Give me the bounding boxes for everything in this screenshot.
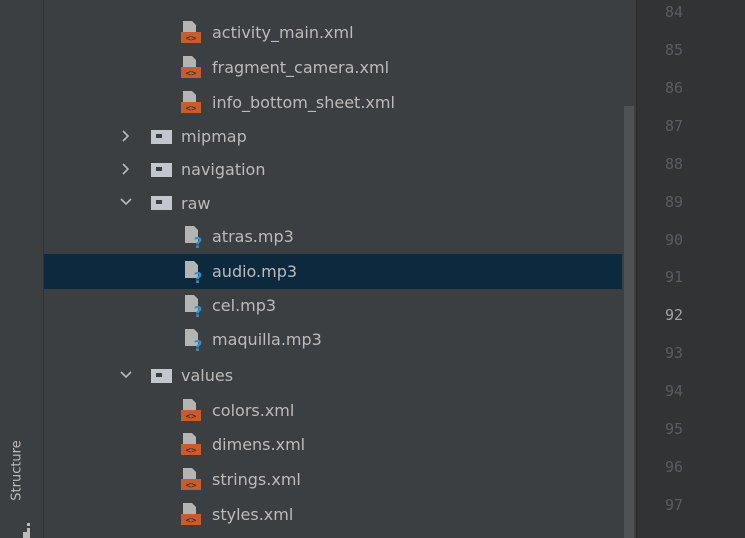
line-number: 88 (665, 155, 684, 173)
tree-item-info-bottom-sheet[interactable]: <> info_bottom_sheet.xml (44, 85, 636, 120)
svg-text:?: ? (194, 269, 203, 284)
line-number: 84 (665, 3, 684, 21)
tree-item-label: mipmap (181, 127, 247, 146)
line-number: 97 (665, 496, 684, 514)
line-number: 85 (665, 41, 684, 59)
tree-folder-raw[interactable]: raw (44, 186, 636, 221)
svg-text:<>: <> (186, 446, 197, 456)
structure-tool-tab[interactable]: Structure (2, 425, 32, 515)
tree-folder-values[interactable]: values (44, 358, 636, 393)
tree-item-label: values (181, 366, 234, 385)
tree-item-label: atras.mp3 (212, 227, 294, 246)
current-line-number: 92 (665, 306, 684, 324)
svg-text:<>: <> (186, 481, 197, 491)
chevron-right-icon[interactable] (119, 162, 133, 176)
tree-item-label: styles.xml (212, 505, 294, 524)
unknown-file-icon: ? (185, 295, 203, 318)
tree-item-label: info_bottom_sheet.xml (212, 93, 395, 112)
tree-item-dimens[interactable]: <> dimens.xml (44, 427, 636, 462)
tree-item-label: fragment_camera.xml (212, 58, 390, 77)
chevron-down-icon[interactable] (119, 195, 133, 209)
chevron-down-icon[interactable] (119, 368, 133, 382)
tree-item-label: maquilla.mp3 (212, 330, 322, 349)
unknown-file-icon: ? (185, 226, 203, 249)
tree-item-strings[interactable]: <> strings.xml (44, 462, 636, 497)
xml-file-icon: <> (181, 399, 201, 422)
xml-file-icon: <> (181, 91, 201, 114)
tree-item-label: dimens.xml (212, 435, 306, 454)
folder-icon (151, 163, 172, 177)
tree-item-colors[interactable]: <> colors.xml (44, 393, 636, 428)
tree-folder-navigation[interactable]: navigation (44, 152, 636, 187)
unknown-file-icon: ? (185, 329, 203, 352)
folder-icon (151, 369, 172, 383)
xml-file-icon: <> (181, 21, 201, 44)
tree-item-cel[interactable]: ? cel.mp3 (44, 288, 636, 323)
svg-text:<>: <> (186, 34, 197, 44)
side-tool-strip: Structure (0, 0, 44, 538)
chevron-right-icon[interactable] (119, 129, 133, 143)
tree-item-atras[interactable]: ? atras.mp3 (44, 219, 636, 254)
tree-item-label: raw (181, 194, 211, 213)
line-number: 96 (665, 458, 684, 476)
xml-file-icon: <> (181, 433, 201, 456)
line-number: 90 (665, 231, 684, 249)
tree-item-label: audio.mp3 (212, 262, 298, 281)
tree-item-label: colors.xml (212, 401, 295, 420)
tree-item-label: strings.xml (212, 470, 301, 489)
project-tree[interactable]: <> activity_main.xml <> fragment_camera.… (44, 0, 636, 538)
svg-text:?: ? (194, 234, 203, 249)
svg-text:<>: <> (186, 104, 197, 114)
folder-icon (151, 196, 172, 210)
svg-text:<>: <> (186, 69, 197, 79)
tree-item-styles[interactable]: <> styles.xml (44, 497, 636, 532)
structure-icon[interactable] (23, 521, 33, 538)
line-number: 87 (665, 117, 684, 135)
tree-top-edge (44, 0, 636, 6)
tree-item-label: navigation (181, 160, 266, 179)
line-number: 94 (665, 382, 684, 400)
tree-item-fragment-camera[interactable]: <> fragment_camera.xml (44, 50, 636, 85)
line-number: 86 (665, 79, 684, 97)
xml-file-icon: <> (181, 503, 201, 526)
folder-icon (151, 130, 172, 144)
tree-item-label: cel.mp3 (212, 296, 277, 315)
svg-text:<>: <> (186, 412, 197, 422)
tree-item-audio[interactable]: ? audio.mp3 (44, 254, 636, 289)
svg-text:?: ? (194, 303, 203, 318)
tree-item-activity-main[interactable]: <> activity_main.xml (44, 15, 636, 50)
editor-line-gutter: 84 85 86 87 88 89 90 91 92 93 94 95 96 9… (636, 0, 745, 538)
unknown-file-icon: ? (185, 261, 203, 284)
tree-item-maquilla[interactable]: ? maquilla.mp3 (44, 322, 636, 357)
xml-file-icon: <> (181, 468, 201, 491)
tree-folder-mipmap[interactable]: mipmap (44, 119, 636, 154)
line-number: 95 (665, 420, 684, 438)
line-number: 91 (665, 268, 684, 286)
tree-scrollbar-thumb[interactable] (624, 106, 634, 538)
tree-item-label: activity_main.xml (212, 23, 354, 42)
line-number: 89 (665, 193, 684, 211)
xml-file-icon: <> (181, 56, 201, 79)
svg-text:<>: <> (186, 516, 197, 526)
line-number: 93 (665, 344, 684, 362)
svg-text:?: ? (194, 337, 203, 352)
structure-tab-label: Structure (9, 439, 25, 501)
